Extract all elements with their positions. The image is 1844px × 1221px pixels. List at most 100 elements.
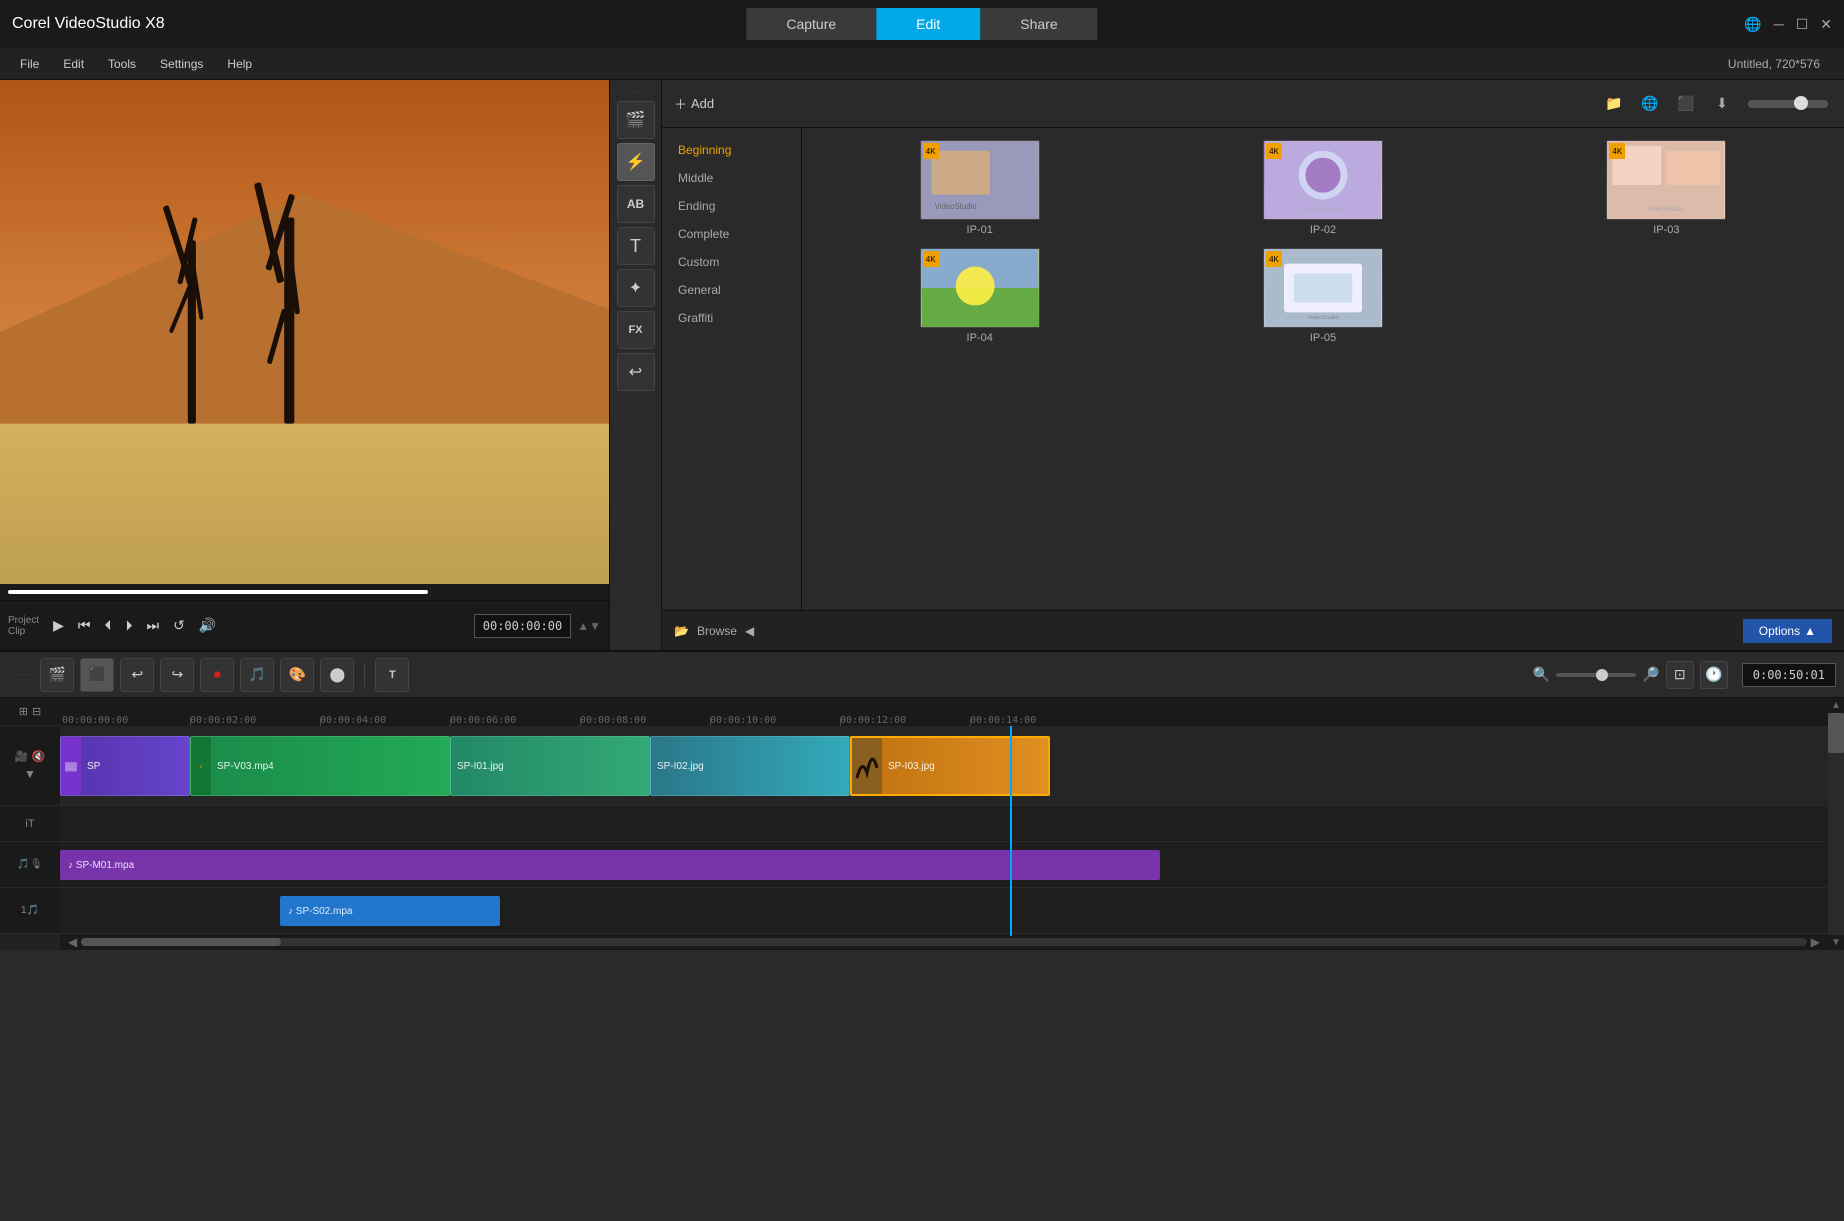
clip-spv03[interactable]: ♪ SP-V03.mp4 — [190, 736, 450, 796]
clip-sp[interactable]: ▓▓ SP — [60, 736, 190, 796]
tool-text[interactable]: T — [617, 227, 655, 265]
media-thumb-ip05[interactable]: 4K VideoStudio IP-05 — [1157, 248, 1488, 344]
clip-sfx[interactable]: ♪ SP-S02.mpa — [280, 896, 500, 926]
zoom-in-icon[interactable]: 🔎 — [1642, 666, 1659, 683]
media-thumb-ip02[interactable]: 4K VideoStudio IP-02 — [1157, 140, 1488, 236]
globe-media-icon[interactable]: 🌐 — [1636, 90, 1664, 118]
video-camera-icon[interactable]: 🎥 — [15, 750, 29, 763]
video-canvas — [0, 80, 609, 584]
vscroll-up-arrow[interactable]: ▲ — [1828, 698, 1844, 713]
options-button[interactable]: Options ▲ — [1743, 619, 1832, 643]
music-track-icon[interactable]: 🎵🎙 — [17, 859, 42, 870]
zoom-out-icon[interactable]: 🔍 — [1533, 666, 1550, 683]
tool-undo[interactable]: ↩ — [617, 353, 655, 391]
size-slider[interactable] — [1748, 100, 1828, 108]
category-middle[interactable]: Middle — [662, 164, 801, 192]
globe-icon[interactable]: 🌐 — [1744, 16, 1761, 33]
corner-badge-ip03: 4K — [1609, 143, 1625, 159]
rewind-button[interactable]: ⏮ — [74, 613, 95, 638]
tool-effects[interactable]: ✦ — [617, 269, 655, 307]
clip-music[interactable]: ♪ SP-M01.mpa — [60, 850, 1160, 880]
fit-btn[interactable]: ⊡ — [1666, 661, 1694, 689]
menu-tools[interactable]: Tools — [96, 53, 148, 75]
step-back-button[interactable]: ⏴ — [101, 613, 116, 638]
repeat-button[interactable]: ↺ — [169, 613, 189, 638]
size-slider-thumb — [1794, 96, 1808, 110]
media-thumb-ip01[interactable]: 4K VideoStudio IP-01 — [814, 140, 1145, 236]
download-icon[interactable]: ⬇ — [1708, 90, 1736, 118]
clock-btn[interactable]: 🕐 — [1700, 661, 1728, 689]
scrubber-bar[interactable] — [0, 584, 609, 600]
tl-titles-btn[interactable]: T — [375, 658, 409, 692]
scrollbar-track[interactable] — [81, 938, 1807, 946]
track-settings-icon[interactable]: ⊟ — [32, 705, 41, 718]
clip-spi01-label: SP-I01.jpg — [451, 761, 510, 772]
clip-spi02[interactable]: SP-I02.jpg — [650, 736, 850, 796]
tl-audio-btn[interactable]: 🎵 — [240, 658, 274, 692]
step-fwd-button[interactable]: ⏵ — [122, 613, 137, 638]
collapse-icon[interactable]: ◀ — [745, 624, 754, 638]
thumb-label-ip05: IP-05 — [1310, 332, 1336, 344]
fast-fwd-button[interactable]: ⏭ — [143, 613, 164, 638]
tool-media[interactable]: 🎬 — [617, 101, 655, 139]
menu-help[interactable]: Help — [215, 53, 264, 75]
tool-transitions[interactable]: ⚡ — [617, 143, 655, 181]
title-track-icon[interactable]: iT — [25, 818, 34, 830]
category-beginning[interactable]: Beginning — [662, 136, 801, 164]
tl-record-btn[interactable]: ⏺ — [200, 658, 234, 692]
folder-icon[interactable]: 📁 — [1600, 90, 1628, 118]
category-general[interactable]: General — [662, 276, 801, 304]
category-graffiti[interactable]: Graffiti — [662, 304, 801, 332]
tl-clip-btn[interactable]: 🎬 — [40, 658, 74, 692]
menu-file[interactable]: File — [8, 53, 51, 75]
tab-capture[interactable]: Capture — [746, 8, 876, 40]
tl-color-btn[interactable]: 🎨 — [280, 658, 314, 692]
thumb-image-ip01: 4K VideoStudio — [920, 140, 1040, 220]
tl-redo-btn[interactable]: ↪ — [160, 658, 194, 692]
browse-label[interactable]: Browse — [697, 624, 737, 638]
scroll-right-arrow[interactable]: ▶ — [1807, 935, 1824, 949]
tl-special-btn[interactable]: ⬤ — [320, 658, 354, 692]
tab-share[interactable]: Share — [980, 8, 1097, 40]
thumb-label-ip04: IP-04 — [967, 332, 993, 344]
tab-edit[interactable]: Edit — [876, 8, 980, 40]
zoom-slider[interactable] — [1556, 673, 1636, 677]
menu-edit[interactable]: Edit — [51, 53, 96, 75]
timecode-stepper[interactable]: ▲▼ — [577, 619, 601, 633]
video-mute-icon[interactable]: 🔇 — [32, 750, 46, 763]
video-track: ▓▓ SP ♪ SP-V03.mp4 SP-I01.jpg — [60, 726, 1828, 806]
media-thumb-ip04[interactable]: 4K IP-04 — [814, 248, 1145, 344]
tool-fx[interactable]: FX — [617, 311, 655, 349]
media-thumb-ip03[interactable]: 4K VideoStudio IP-03 — [1501, 140, 1832, 236]
sort-icon[interactable]: ⬛ — [1672, 90, 1700, 118]
vscroll-down-arrow[interactable]: ▼ — [1828, 935, 1844, 950]
transport-bar: Project Clip ▶ ⏮ ⏴ ⏵ ⏭ ↺ 🔊 00:00:00:00 ▲… — [0, 600, 609, 650]
track-collapse-icon[interactable]: ▼ — [24, 767, 36, 781]
title-track — [60, 806, 1828, 842]
menu-settings[interactable]: Settings — [148, 53, 215, 75]
zoom-thumb — [1596, 669, 1608, 681]
tl-undo-btn[interactable]: ↩ — [120, 658, 154, 692]
minimize-button[interactable]: ─ — [1774, 16, 1784, 32]
add-track-icon[interactable]: ⊞ — [19, 705, 28, 718]
clip-spi01[interactable]: SP-I01.jpg — [450, 736, 650, 796]
sfx-track-icon[interactable]: 1🎵 — [21, 905, 39, 916]
tl-storyboard-btn[interactable]: ⬛ — [80, 658, 114, 692]
category-ending[interactable]: Ending — [662, 192, 801, 220]
svg-text:VideoStudio: VideoStudio — [1305, 206, 1342, 213]
playhead — [1010, 726, 1012, 936]
add-button[interactable]: ＋ Add — [674, 94, 714, 113]
clip-spi03[interactable]: SP-I03.jpg — [850, 736, 1050, 796]
main-tabs: Capture Edit Share — [746, 8, 1097, 40]
volume-button[interactable]: 🔊 — [195, 613, 220, 638]
maximize-button[interactable]: ☐ — [1796, 16, 1809, 33]
play-button[interactable]: ▶ — [49, 613, 68, 638]
clip-label: Clip — [8, 626, 39, 637]
category-complete[interactable]: Complete — [662, 220, 801, 248]
vscroll-track[interactable] — [1828, 713, 1844, 935]
category-custom[interactable]: Custom — [662, 248, 801, 276]
scroll-left-arrow[interactable]: ◀ — [64, 935, 81, 949]
tool-titles[interactable]: AB — [617, 185, 655, 223]
close-button[interactable]: ✕ — [1820, 16, 1832, 33]
corner-badge-ip01: 4K — [923, 143, 939, 159]
